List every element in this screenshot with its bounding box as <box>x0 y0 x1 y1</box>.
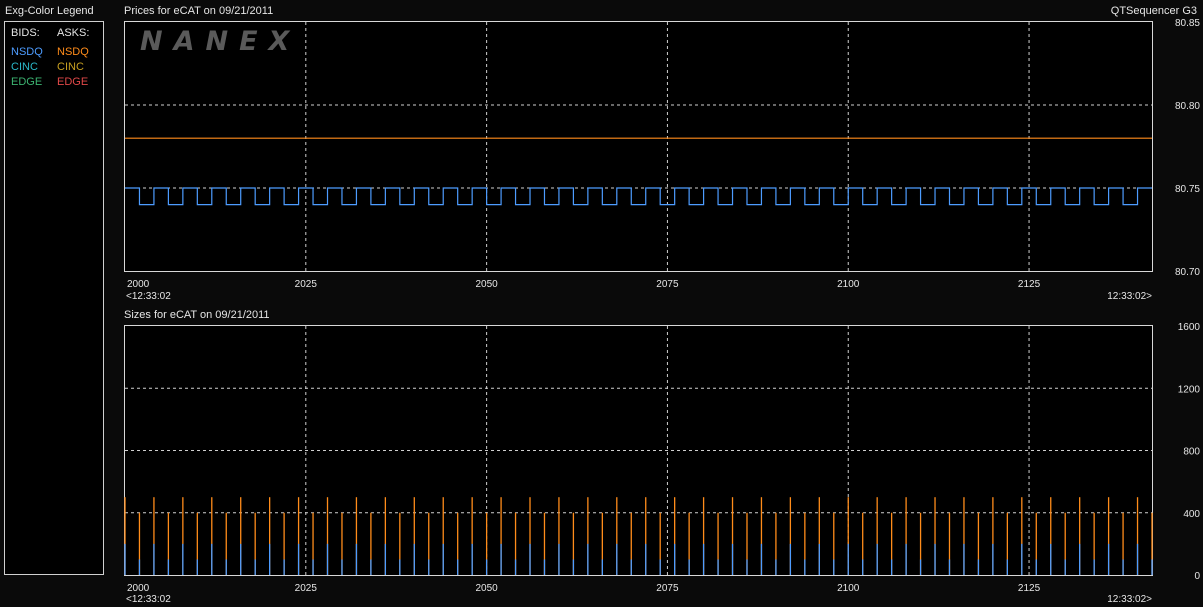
size-x-tick-label: 2075 <box>656 583 679 594</box>
size-x-tick-label: 2050 <box>475 583 498 594</box>
size-x-tick-label: 2100 <box>837 583 860 594</box>
size-x-start-label: <12:33:02 <box>126 594 171 605</box>
size-y-tick-label: 0 <box>1194 571 1200 582</box>
size-y-tick-label: 400 <box>1183 509 1200 520</box>
size-y-tick-label: 1600 <box>1178 322 1201 333</box>
size-x-end-label: 12:33:02> <box>1107 594 1152 605</box>
size-x-tick-label: 2125 <box>1018 583 1041 594</box>
size-chart: 0 400 800 1200 1600 2000 2025 2050 2075 2100 2125 <box>124 322 1201 594</box>
size-y-tick-label: 800 <box>1183 447 1200 458</box>
size-y-tick-label: 1200 <box>1178 384 1201 395</box>
size-x-tick-label: 2000 <box>127 583 150 594</box>
size-x-tick-label: 2025 <box>295 583 318 594</box>
